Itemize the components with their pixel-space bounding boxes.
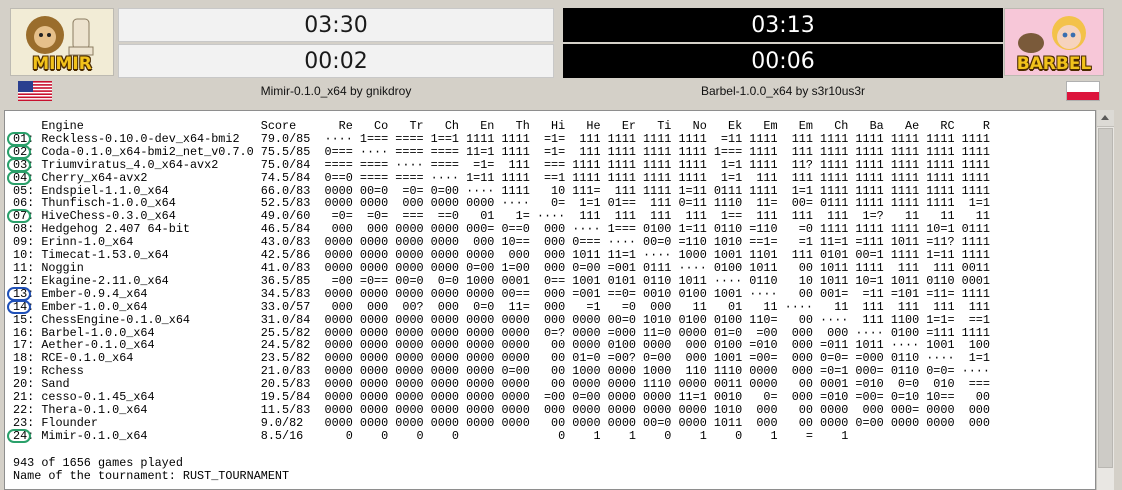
- crosstable-row: 12: Ekagine-2.11.0_x64 36.5/85 =00 =0== …: [13, 273, 990, 288]
- player-avatar-name-right: BARBEL: [1016, 54, 1092, 74]
- crosstable-row: 06: Thunfisch-1.0.0_x64 52.5/83 0000 000…: [13, 196, 990, 211]
- green-rank-marker: [7, 209, 31, 224]
- crosstable-text: Engine Score Re Co Tr Ch En Th Hi He Er …: [13, 120, 990, 443]
- crosstable-row: 10: Timecat-1.53.0_x64 42.5/86 0000 0000…: [13, 248, 990, 263]
- green-rank-marker: [7, 144, 31, 159]
- crosstable-row: 23: Flounder 9.0/82 0000 0000 0000 0000 …: [13, 415, 990, 430]
- crosstable-row: 20: Sand 20.5/83 0000 0000 0000 0000 000…: [13, 377, 990, 392]
- player-avatar-right: BARBEL: [1004, 8, 1104, 76]
- crosstable-row: 18: RCE-0.1.0_x64 23.5/82 0000 0000 0000…: [13, 351, 990, 366]
- right-total-clock: 03:13: [563, 8, 1003, 42]
- crosstable-row: 05: Endspiel-1.1.0_x64 66.0/83 0000 00=0…: [13, 183, 990, 198]
- poland-flag-icon: [1066, 81, 1100, 101]
- crosstable-row: 24: Mimir-0.1.0_x64 8.5/16 0 0 0 0 0 1 1…: [13, 428, 849, 443]
- crosstable-row: 14: Ember-1.0.0_x64 33.0/57 000 000 00? …: [13, 299, 990, 314]
- scroll-thumb[interactable]: [1098, 128, 1113, 468]
- crosstable-row: 15: ChessEngine-0.1.0_x64 31.0/84 0000 0…: [13, 312, 990, 327]
- green-rank-marker: [7, 170, 31, 185]
- green-rank-marker: [7, 428, 31, 443]
- left-engine-label: Mimir-0.1.0_x64 by gnikdroy: [260, 84, 412, 98]
- crosstable-row: 09: Erinn-1.0_x64 43.0/83 0000 0000 0000…: [13, 235, 990, 250]
- crosstable-row: 08: Hedgehog 2.407 64-bit 46.5/84 000 00…: [13, 222, 990, 237]
- left-move-clock: 00:02: [118, 44, 554, 78]
- crosstable-row: 07: HiveChess-0.3.0_x64 49.0/60 =0= =0= …: [13, 209, 990, 224]
- green-rank-marker: [7, 157, 31, 172]
- player-avatar-name-left: MIMIR: [32, 54, 92, 74]
- crosstable-panel[interactable]: Engine Score Re Co Tr Ch En Th Hi He Er …: [4, 110, 1096, 490]
- crosstable-row: 03: Triumviratus_4.0_x64-avx2 75.0/84 ==…: [13, 157, 990, 172]
- crosstable-row: 01: Reckless-0.10.0-dev_x64-bmi2 79.0/85…: [13, 131, 990, 146]
- crosstable-row: 04: Cherry_x64-avx2 74.5/84 0==0 ==== ==…: [13, 170, 990, 185]
- usa-flag-icon: [18, 81, 52, 101]
- tournament-name-text: Name of the tournament: RUST_TOURNAMENT: [13, 469, 290, 483]
- right-move-clock: 00:06: [563, 44, 1003, 78]
- games-played-text: 943 of 1656 games played: [13, 456, 183, 470]
- crosstable-header: Engine Score Re Co Tr Ch En Th Hi He Er …: [41, 119, 990, 133]
- crosstable-row: 17: Aether-0.1.0_x64 24.5/82 0000 0000 0…: [13, 338, 990, 353]
- player-avatar-left: MIMIR: [10, 8, 114, 76]
- scroll-up-arrow-icon[interactable]: [1097, 110, 1114, 127]
- crosstable-row: 21: cesso-0.1.45_x64 19.5/84 0000 0000 0…: [13, 390, 990, 405]
- crosstable-row: 11: Noggin 41.0/83 0000 0000 0000 0000 0…: [13, 260, 990, 275]
- vertical-scrollbar[interactable]: [1096, 110, 1114, 490]
- crosstable-row: 02: Coda-0.1.0_x64-bmi2_net_v0.7.0 75.5/…: [13, 144, 990, 159]
- green-rank-marker: [7, 131, 31, 146]
- crosstable-row: 13: Ember-0.9.4_x64 34.5/83 0000 0000 00…: [13, 286, 990, 301]
- crosstable-row: 22: Thera-0.1.0_x64 11.5/83 0000 0000 00…: [13, 402, 990, 417]
- left-total-clock: 03:30: [118, 8, 554, 42]
- blue-rank-marker: [7, 286, 31, 301]
- blue-rank-marker: [7, 299, 31, 314]
- crosstable-row: 16: Barbel-1.0.0_x64 25.5/82 0000 0000 0…: [13, 325, 990, 340]
- right-engine-label: Barbel-1.0.0_x64 by s3r10us3r: [700, 84, 866, 98]
- clock-header: MIMIR 03:30 00:02 03:13 00:06 BARBEL Mim…: [0, 0, 1122, 106]
- crosstable-row: 19: Rchess 21.0/83 0000 0000 0000 0000 0…: [13, 364, 990, 379]
